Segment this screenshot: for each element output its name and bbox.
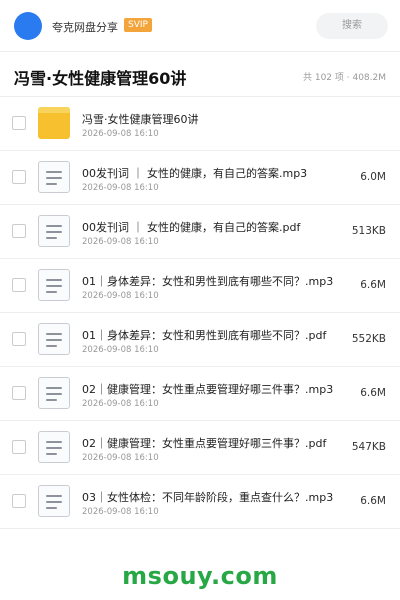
folder-titlebar: 冯雪·女性健康管理60讲 共 102 项 · 408.2M: [0, 52, 400, 97]
file-date: 2026-09-08 16:10: [82, 237, 159, 247]
file-size: 6.6M: [360, 387, 386, 399]
file-date: 2026-09-08 16:10: [82, 507, 159, 517]
file-row[interactable]: 02｜健康管理：女性重点要管理好哪三件事？.pdf 2026-09-08 16:…: [0, 421, 400, 475]
file-row[interactable]: 03｜女性体检：不同年龄阶段，重点查什么？.mp3 2026-09-08 16:…: [0, 475, 400, 529]
file-date: 2026-09-08 16:10: [82, 453, 159, 463]
document-icon: [38, 269, 70, 301]
app-header: 夸克网盘分享 SVIP 搜索: [0, 0, 400, 52]
avatar[interactable]: [14, 12, 42, 40]
document-icon: [38, 215, 70, 247]
file-row[interactable]: 01｜身体差异：女性和男性到底有哪些不同？.mp3 2026-09-08 16:…: [0, 259, 400, 313]
share-name: 夸克网盘分享: [52, 21, 118, 34]
document-icon: [38, 161, 70, 193]
file-size: 6.0M: [360, 171, 386, 183]
file-row[interactable]: 01｜身体差异：女性和男性到底有哪些不同？.pdf 2026-09-08 16:…: [0, 313, 400, 367]
folder-icon: [38, 107, 70, 139]
document-icon: [38, 377, 70, 409]
file-name: 00发刊词 ｜ 女性的健康，有自己的答案.pdf: [82, 221, 301, 234]
file-name: 01｜身体差异：女性和男性到底有哪些不同？.pdf: [82, 329, 327, 342]
document-icon: [38, 485, 70, 517]
file-name: 01｜身体差异：女性和男性到底有哪些不同？.mp3: [82, 275, 334, 288]
row-checkbox[interactable]: [12, 386, 26, 400]
file-list: 冯雪·女性健康管理60讲 2026-09-08 16:10 00发刊词 ｜ 女性…: [0, 97, 400, 529]
row-checkbox[interactable]: [12, 440, 26, 454]
document-icon: [38, 431, 70, 463]
file-size: 6.6M: [360, 495, 386, 507]
file-name: 03｜女性体检：不同年龄阶段，重点查什么？.mp3: [82, 491, 334, 504]
file-name: 02｜健康管理：女性重点要管理好哪三件事？.mp3: [82, 383, 334, 396]
file-size: 547KB: [351, 441, 386, 453]
file-date: 2026-09-08 16:10: [82, 345, 159, 355]
svip-badge: SVIP: [124, 18, 152, 32]
file-size: 552KB: [351, 333, 386, 345]
row-checkbox[interactable]: [12, 170, 26, 184]
page-title: 冯雪·女性健康管理60讲: [14, 69, 187, 88]
file-date: 2026-09-08 16:10: [82, 291, 159, 301]
file-row[interactable]: 02｜健康管理：女性重点要管理好哪三件事？.mp3 2026-09-08 16:…: [0, 367, 400, 421]
row-checkbox[interactable]: [12, 116, 26, 130]
row-checkbox[interactable]: [12, 224, 26, 238]
file-row[interactable]: 00发刊词 ｜ 女性的健康，有自己的答案.mp3 2026-09-08 16:1…: [0, 151, 400, 205]
row-checkbox[interactable]: [12, 494, 26, 508]
item-count: 共 102 项 · 408.2M: [302, 73, 386, 83]
file-row[interactable]: 冯雪·女性健康管理60讲 2026-09-08 16:10: [0, 97, 400, 151]
file-name: 02｜健康管理：女性重点要管理好哪三件事？.pdf: [82, 437, 327, 450]
file-name: 00发刊词 ｜ 女性的健康，有自己的答案.mp3: [82, 167, 308, 180]
file-row[interactable]: 00发刊词 ｜ 女性的健康，有自己的答案.pdf 2026-09-08 16:1…: [0, 205, 400, 259]
file-size: 6.6M: [360, 279, 386, 291]
search-input[interactable]: 搜索: [316, 13, 388, 39]
document-icon: [38, 323, 70, 355]
file-date: 2026-09-08 16:10: [82, 183, 159, 193]
file-date: 2026-09-08 16:10: [82, 399, 159, 409]
file-name: 冯雪·女性健康管理60讲: [82, 113, 199, 126]
site-watermark: msouy.com: [122, 562, 278, 590]
file-date: 2026-09-08 16:10: [82, 129, 159, 139]
file-size: 513KB: [351, 225, 386, 237]
row-checkbox[interactable]: [12, 332, 26, 346]
row-checkbox[interactable]: [12, 278, 26, 292]
